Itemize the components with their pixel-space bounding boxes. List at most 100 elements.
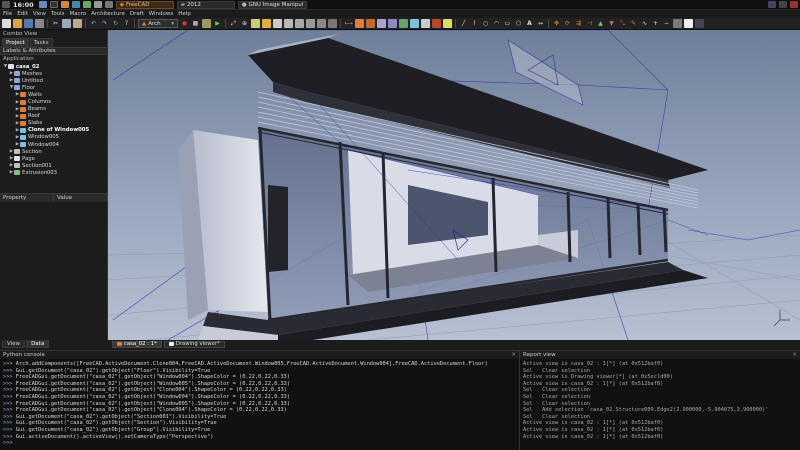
structure-icon[interactable] — [366, 19, 375, 28]
wire-to-bspline-icon[interactable]: ∿ — [640, 19, 649, 28]
tree-item[interactable]: ▶ Untitled — [0, 77, 107, 84]
tree-item[interactable]: ▶ Section001 — [0, 162, 107, 169]
settings-icon[interactable] — [93, 1, 102, 8]
macro-record-icon[interactable]: ● — [180, 19, 189, 28]
fit-all-icon[interactable]: ⤢ — [229, 19, 238, 28]
rotate-icon[interactable]: ⟳ — [563, 19, 572, 28]
tree-item[interactable]: ▶ Beams — [0, 106, 107, 113]
measure-distance-icon[interactable]: ⟷ — [344, 19, 353, 28]
undo-icon[interactable]: ↶ — [89, 19, 98, 28]
system-menu-icon[interactable] — [2, 1, 10, 8]
upgrade-icon[interactable]: ▲ — [596, 19, 605, 28]
save-icon[interactable] — [24, 19, 33, 28]
view-front-icon[interactable] — [273, 19, 282, 28]
tree-item[interactable]: ▶ Columns — [0, 98, 107, 105]
trash-icon[interactable] — [104, 1, 113, 8]
menu-view[interactable]: View — [33, 11, 46, 17]
volume-icon[interactable] — [779, 1, 787, 8]
building-icon[interactable] — [388, 19, 397, 28]
property-column-header[interactable]: Property — [0, 195, 54, 201]
dimension-icon[interactable]: ↔ — [536, 19, 545, 28]
tree-item[interactable]: ▼ Floor — [0, 84, 107, 91]
network-icon[interactable] — [768, 1, 776, 8]
menu-windows[interactable]: Windows — [149, 11, 174, 17]
wall-icon[interactable] — [355, 19, 364, 28]
workbench-selector[interactable]: ▲ Arch ▾ — [138, 19, 178, 28]
tab-project[interactable]: Project — [2, 38, 29, 47]
tree-item[interactable]: ▶ Window005 — [0, 134, 107, 141]
doc-tab-casa02[interactable]: casa_02 : 1* — [112, 340, 162, 348]
open-icon[interactable] — [13, 19, 22, 28]
axis-icon[interactable] — [421, 19, 430, 28]
mail-icon[interactable] — [71, 1, 80, 8]
menu-help[interactable]: Help — [178, 11, 191, 17]
view-left-icon[interactable] — [328, 19, 337, 28]
menu-architecture[interactable]: Architecture — [91, 11, 125, 17]
macro-stop-icon[interactable]: ■ — [191, 19, 200, 28]
3d-viewport[interactable] — [108, 30, 800, 340]
doc-tab-drawing-viewer[interactable]: Drawing viewer* — [163, 340, 225, 348]
tree-item[interactable]: ▶ Clone of Window005 — [0, 127, 107, 134]
circle-icon[interactable]: ○ — [481, 19, 490, 28]
value-column-header[interactable]: Value — [54, 195, 108, 201]
close-icon[interactable]: ✕ — [792, 352, 797, 358]
print-icon[interactable] — [35, 19, 44, 28]
menu-file[interactable]: File — [3, 11, 12, 17]
edit-icon[interactable]: ✎ — [629, 19, 638, 28]
task-gimp[interactable]: ● GNU Image Manipul — [237, 0, 308, 9]
menu-edit[interactable]: Edit — [17, 11, 28, 17]
tab-view[interactable]: View — [2, 340, 26, 348]
move-icon[interactable]: ✥ — [552, 19, 561, 28]
whats-this-icon[interactable]: ? — [122, 19, 131, 28]
fit-selection-icon[interactable]: ⊕ — [240, 19, 249, 28]
tree-item[interactable]: ▶ Section — [0, 148, 107, 155]
floor-icon[interactable] — [377, 19, 386, 28]
macro-run-icon[interactable]: ▶ — [213, 19, 222, 28]
tab-tasks[interactable]: Tasks — [29, 38, 53, 47]
window-icon[interactable] — [410, 19, 419, 28]
python-console-output[interactable]: >>> Arch.addComponents([FreeCAD.ActiveDo… — [0, 359, 519, 449]
downgrade-icon[interactable]: ▼ — [607, 19, 616, 28]
menu-tools[interactable]: Tools — [51, 11, 65, 17]
del-point-icon[interactable]: − — [662, 19, 671, 28]
task-2012[interactable]: ▰ 2012 — [176, 0, 235, 9]
rectangle-icon[interactable]: ▭ — [503, 19, 512, 28]
arc-icon[interactable]: ◠ — [492, 19, 501, 28]
browser-icon[interactable] — [60, 1, 69, 8]
tree-item[interactable]: ▶ Slabs — [0, 120, 107, 127]
drawing-icon[interactable] — [684, 19, 693, 28]
line-icon[interactable]: ╱ — [459, 19, 468, 28]
refresh-icon[interactable]: ↻ — [111, 19, 120, 28]
tree-item[interactable]: ▶ Window004 — [0, 141, 107, 148]
paste-icon[interactable] — [73, 19, 82, 28]
trim-icon[interactable]: ⊣ — [585, 19, 594, 28]
copy-icon[interactable] — [62, 19, 71, 28]
roof-icon[interactable] — [432, 19, 441, 28]
tree-item[interactable]: ▶ Walls — [0, 91, 107, 98]
redo-icon[interactable]: ↷ — [100, 19, 109, 28]
offset-icon[interactable]: ⇶ — [574, 19, 583, 28]
section-plane-icon[interactable] — [443, 19, 452, 28]
labels-attributes-header[interactable]: Labels & Attributes — [0, 47, 107, 55]
tree-item[interactable]: ▶ Roof — [0, 113, 107, 120]
menu-draft[interactable]: Draft — [130, 11, 144, 17]
view-iso-icon[interactable] — [262, 19, 271, 28]
menu-macro[interactable]: Macro — [70, 11, 87, 17]
tree-item[interactable]: ▶ Extrusion003 — [0, 169, 107, 176]
tree-item[interactable]: ▶ Page — [0, 155, 107, 162]
text-icon[interactable]: A — [525, 19, 534, 28]
cut-icon[interactable]: ✂ — [51, 19, 60, 28]
wire-icon[interactable]: ⌇ — [470, 19, 479, 28]
scale-icon[interactable]: ⤡ — [618, 19, 627, 28]
view-right-icon[interactable] — [295, 19, 304, 28]
report-view[interactable]: Report view ✕ Active view is casa_02 : 1… — [520, 350, 800, 450]
tab-data[interactable]: Data — [26, 340, 50, 348]
polygon-icon[interactable]: ⬡ — [514, 19, 523, 28]
3d-scene[interactable] — [108, 30, 800, 340]
macro-edit-icon[interactable] — [202, 19, 211, 28]
view-top-icon[interactable] — [284, 19, 293, 28]
view-rear-icon[interactable] — [306, 19, 315, 28]
python-console[interactable]: Python console ✕ >>> Arch.addComponents(… — [0, 350, 520, 450]
files-icon[interactable] — [38, 1, 47, 8]
view-bottom-icon[interactable] — [317, 19, 326, 28]
